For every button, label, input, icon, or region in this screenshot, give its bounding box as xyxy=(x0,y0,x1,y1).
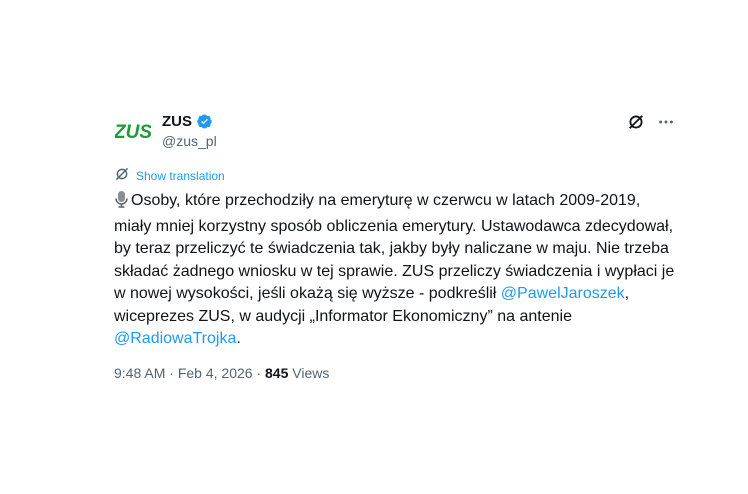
more-icon[interactable] xyxy=(656,112,676,132)
avatar[interactable]: ZUS xyxy=(114,112,152,150)
tweet-meta: 9:48 AM · Feb 4, 2026 · 845 Views xyxy=(114,365,676,381)
microphone-emoji-icon xyxy=(114,190,129,216)
show-translation-link[interactable]: Show translation xyxy=(136,169,225,183)
tweet-time[interactable]: 9:48 AM xyxy=(114,365,165,381)
display-name[interactable]: ZUS xyxy=(162,113,192,130)
handle[interactable]: @zus_pl xyxy=(162,133,217,149)
translate-icon xyxy=(114,166,130,187)
tweet: ZUS ZUS @zus_pl Show translation Osoby, … xyxy=(114,108,676,381)
mention-paweljaroszek[interactable]: @PawelJaroszek xyxy=(501,285,625,302)
show-translation-row: Show translation xyxy=(114,166,676,187)
tweet-text-segment-3: . xyxy=(236,330,241,347)
views-count[interactable]: 845 xyxy=(265,365,288,381)
display-name-row: ZUS xyxy=(162,111,217,131)
mention-radiowatrojka[interactable]: @RadiowaTrojka xyxy=(114,330,236,347)
zus-logo-text: ZUS xyxy=(115,122,151,143)
meta-separator: · xyxy=(165,364,178,381)
grok-icon[interactable] xyxy=(626,112,646,132)
tweet-text: Osoby, które przechodziły na emeryturę w… xyxy=(114,190,676,351)
meta-separator: · xyxy=(252,364,266,381)
tweet-header: ZUS ZUS @zus_pl xyxy=(114,108,676,158)
verified-badge-icon[interactable] xyxy=(196,113,213,130)
author-names: ZUS @zus_pl xyxy=(162,111,217,150)
zus-logo: ZUS xyxy=(115,122,151,143)
header-actions xyxy=(626,112,676,132)
tweet-date[interactable]: Feb 4, 2026 xyxy=(178,365,253,381)
views-label: Views xyxy=(288,364,330,381)
